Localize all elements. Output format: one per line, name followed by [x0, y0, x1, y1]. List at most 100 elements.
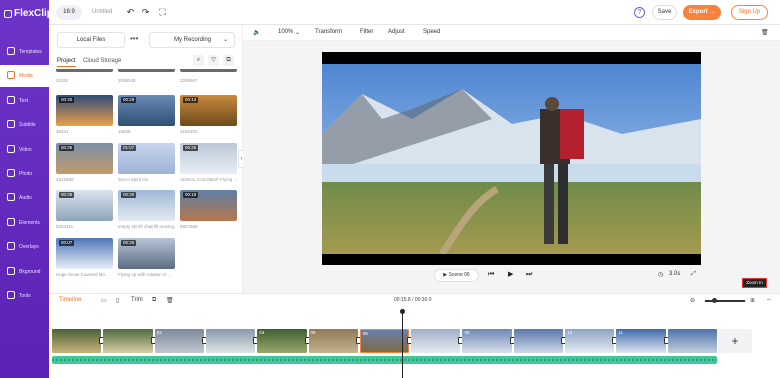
timeline-clip[interactable]: 11 — [616, 329, 666, 353]
zoom-in-tooltip: Zoom In — [742, 278, 767, 288]
timeline-clip[interactable] — [205, 329, 256, 353]
timeline-clip[interactable] — [513, 329, 564, 353]
media-thumbnail[interactable]: 00:29 — [118, 95, 175, 126]
zoom-select[interactable]: 100% — [278, 29, 293, 35]
aspect-ratio-button[interactable]: 16:9 — [56, 5, 82, 20]
filter-icon[interactable]: ▽ — [208, 55, 219, 66]
duplicate-icon[interactable]: ⧉ — [152, 297, 156, 304]
media-thumbnail[interactable] — [118, 69, 175, 72]
playhead-handle[interactable] — [400, 309, 405, 314]
save-button[interactable]: Save — [652, 5, 677, 20]
add-scene-icon[interactable]: ▭ — [101, 297, 107, 304]
timeline-clip[interactable] — [103, 329, 153, 353]
timeline-clip[interactable]: 10 — [565, 329, 615, 353]
sidebar-item-subtitle[interactable]: Subtitle — [0, 114, 49, 136]
media-thumbnail[interactable]: 00:13 — [180, 95, 237, 126]
help-icon[interactable]: ? — [634, 7, 645, 18]
video-preview[interactable] — [322, 52, 701, 265]
sidebar-item-photo[interactable]: Photo — [0, 163, 49, 185]
previous-icon[interactable]: ⏮ — [488, 271, 494, 279]
media-thumbnail[interactable]: 00:25 — [180, 142, 237, 174]
more-options-icon[interactable]: ••• — [130, 34, 138, 44]
sidebar-item-video[interactable]: Video — [0, 139, 49, 161]
sidebar-item-overlays[interactable]: Overlays — [0, 236, 49, 258]
timeline-clip[interactable] — [411, 329, 461, 353]
app-logo[interactable]: FlexClip — [4, 8, 53, 19]
zoom-slider-handle[interactable] — [712, 298, 717, 303]
my-recording-select[interactable]: My Recording ⌄ — [149, 32, 235, 48]
media-thumbnail[interactable]: 00:35 — [56, 190, 113, 221]
app-name: FlexClip — [14, 8, 53, 19]
timeline-clip[interactable] — [667, 329, 717, 353]
sidebar-item-audio[interactable]: Audio — [0, 187, 49, 209]
media-thumbnail[interactable]: 00:30 — [118, 190, 175, 221]
playhead[interactable] — [402, 309, 403, 378]
media-thumbnail[interactable]: 01:07 — [118, 142, 175, 174]
sidebar-item-bkground[interactable]: Bkground — [0, 261, 49, 283]
transform-button[interactable]: Transform — [315, 29, 342, 35]
timer-icon: ◷ — [658, 272, 664, 278]
timeline-clip[interactable]: 03 — [154, 329, 204, 353]
scene-play-button[interactable]: ▶ Scene 06 — [434, 269, 479, 282]
media-caption: Flying up with rotation in ... — [118, 271, 172, 277]
media-thumbnail[interactable]: 00:18 — [180, 190, 237, 221]
sidebar-item-label: Overlays — [19, 244, 39, 251]
zoom-slider[interactable] — [705, 300, 745, 302]
clip-strip: 03 04 05 06 08 10 11 — [52, 329, 717, 353]
zoom-in-icon[interactable]: ⊕ — [750, 297, 755, 304]
timeline-clip[interactable]: 04 — [257, 329, 307, 353]
play-button[interactable]: ▶ — [508, 271, 513, 279]
timeline-clip[interactable] — [52, 329, 102, 353]
media-thumbnail[interactable]: 00:26 — [118, 237, 175, 269]
media-thumbnail[interactable] — [56, 69, 113, 72]
multiselect-icon[interactable]: ⧉ — [223, 55, 234, 66]
delete-icon[interactable]: 🗑 — [166, 297, 174, 304]
redo-icon[interactable]: ↷ — [141, 8, 150, 17]
undo-icon[interactable]: ↶ — [126, 8, 135, 17]
export-button[interactable]: Export → — [683, 5, 721, 20]
tab-cloud-storage[interactable]: Cloud Storage — [83, 58, 121, 64]
media-caption: AERIAL COLOBUF Flying ... — [180, 176, 237, 182]
media-thumbnail[interactable] — [180, 69, 237, 72]
audio-track[interactable] — [52, 356, 717, 364]
media-thumbnail[interactable]: 00:30 — [56, 95, 113, 126]
tab-project[interactable]: Project — [57, 58, 76, 67]
media-caption: 15808 — [118, 129, 131, 134]
next-icon[interactable]: ⏭ — [526, 271, 532, 279]
template-icon — [7, 47, 15, 55]
trim-button[interactable]: Trim — [131, 297, 143, 303]
adjust-button[interactable]: Adjust — [388, 29, 405, 35]
sidebar-item-text[interactable]: Text — [0, 90, 49, 112]
add-clip-button[interactable]: + — [718, 329, 752, 353]
trash-icon[interactable]: 🗑 — [761, 29, 769, 36]
logo-icon — [4, 9, 12, 18]
project-title[interactable]: Untitled — [92, 9, 112, 15]
timeline-clip[interactable]: 05 — [308, 329, 358, 353]
timeline-tab[interactable]: Timeline — [59, 297, 81, 303]
sidebar-item-tools[interactable]: Tools — [0, 285, 49, 307]
scene-duration[interactable]: 3.0s — [669, 271, 680, 277]
media-thumbnail[interactable]: 00:07 — [56, 237, 113, 269]
expand-timeline-icon[interactable]: ⇔ — [766, 297, 772, 303]
zoom-chevron-icon[interactable]: ⌄ — [295, 29, 300, 36]
sidebar-item-elements[interactable]: Elements — [0, 212, 49, 234]
local-files-button[interactable]: Local Files — [57, 32, 125, 48]
speed-button[interactable]: Speed — [423, 29, 440, 35]
zoom-out-icon[interactable]: ⊖ — [690, 297, 695, 304]
sidebar-item-label: Tools — [19, 293, 31, 299]
sidebar-item-label: Photo — [19, 171, 33, 177]
timeline-clip[interactable]: 08 — [462, 329, 512, 353]
sidebar-item-media[interactable]: Media — [0, 65, 49, 88]
volume-icon[interactable]: 🔈 — [253, 29, 260, 36]
media-thumbnail[interactable]: 00:36 — [56, 142, 113, 174]
sidebar-item-templates[interactable]: Templates — [0, 41, 49, 63]
duration-badge: 00:25 — [183, 144, 199, 151]
media-caption: 35431 — [56, 129, 69, 134]
chevron-down-icon: ⌄ — [222, 37, 228, 43]
filter-button[interactable]: Filter — [360, 29, 373, 35]
signup-button[interactable]: Sign Up — [731, 5, 768, 20]
fullscreen-icon[interactable]: ⛶ — [158, 8, 167, 17]
search-icon[interactable]: ⌕ — [193, 55, 204, 66]
split-icon[interactable]: ▯ — [116, 297, 119, 304]
fit-screen-icon[interactable]: ⤢ — [691, 271, 696, 278]
